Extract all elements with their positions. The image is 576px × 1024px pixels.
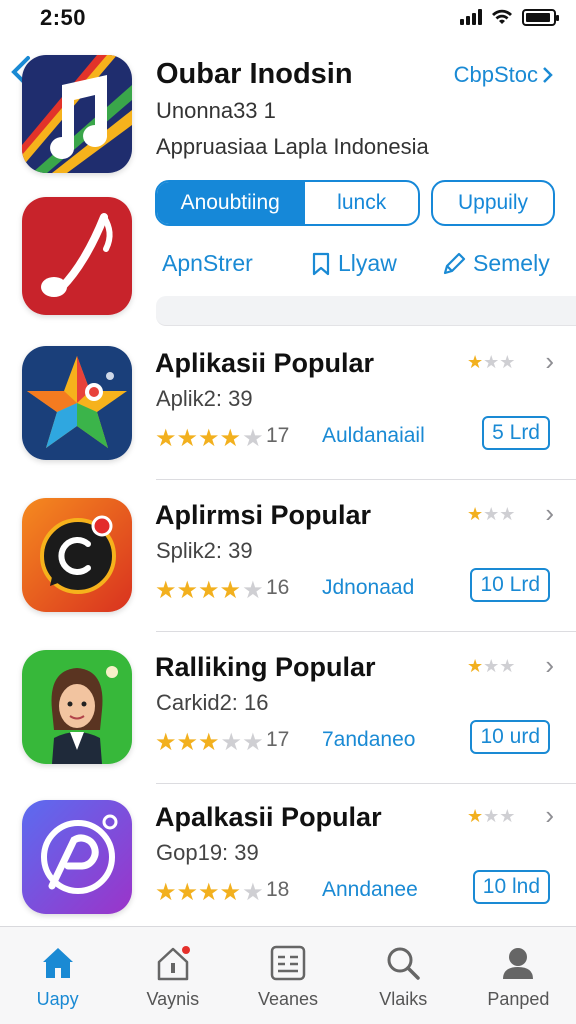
- hero-store-link[interactable]: CbpStoc: [454, 62, 554, 88]
- home-icon: [42, 948, 73, 978]
- list-item[interactable]: Aplikasii Popular ★ ★★ › Aplik2: 39 ★★★★ ★…: [0, 328, 576, 480]
- rating-count: 18: [266, 878, 290, 901]
- pencil-icon: [443, 252, 466, 274]
- chevron-right-icon[interactable]: ›: [545, 650, 554, 681]
- action-store[interactable]: ApnStrer: [162, 250, 253, 277]
- segment-tab-2[interactable]: lunck: [303, 182, 418, 224]
- status-icons: [460, 8, 559, 26]
- hero-subtitle-1: Unonna33 1: [156, 98, 276, 123]
- list-item[interactable]: Ralliking Popular ★ ★★ › Carkid2: 16 ★★★ ★…: [0, 632, 576, 784]
- list-item[interactable]: Apalkasii Popular ★ ★★ › Gop19: 39 ★★★★ ★ …: [0, 782, 576, 934]
- tab-updates-label: Vaynis: [146, 989, 200, 1009]
- get-button[interactable]: 5 Lrd: [482, 416, 550, 450]
- star-app-icon: [22, 346, 132, 460]
- mini-rating: ★ ★★: [467, 806, 516, 826]
- segmented-control: Anoubtiing lunck: [155, 180, 420, 226]
- chevron-right-icon[interactable]: ›: [545, 498, 554, 529]
- chat-app-icon: [22, 498, 132, 612]
- hero-store-link-label: CbpStoc: [453, 62, 538, 87]
- tab-search[interactable]: Vlaiks: [346, 927, 461, 1024]
- chevron-right-icon[interactable]: ›: [545, 800, 554, 831]
- app-link[interactable]: Anndanee: [322, 878, 418, 902]
- get-button[interactable]: 10 Lrd: [470, 568, 550, 602]
- secondary-app-icon[interactable]: [22, 197, 132, 315]
- profile-icon: [503, 948, 534, 979]
- purple-app-icon: [22, 800, 132, 914]
- app-link[interactable]: 7andaneo: [322, 728, 415, 752]
- search-icon: [387, 947, 420, 980]
- star-rating: ★★★★★: [155, 879, 264, 906]
- hero-title: Oubar Inodsin: [156, 58, 353, 90]
- tab-home-label: Uapy: [36, 989, 79, 1009]
- app-subtitle: Aplik2: 39: [156, 386, 253, 411]
- list-icon: [270, 945, 306, 981]
- hero-app-icon[interactable]: [22, 55, 132, 173]
- action-share-label: Semely: [473, 250, 550, 276]
- tab-categories-label: Veanes: [257, 989, 319, 1009]
- app-subtitle: Splik2: 39: [156, 538, 253, 563]
- segment-tab-1[interactable]: Anoubtiing: [157, 182, 304, 224]
- tab-categories[interactable]: Veanes: [230, 927, 345, 1024]
- battery-icon: [522, 8, 559, 26]
- update-button[interactable]: Uppuily: [431, 180, 555, 226]
- mini-rating: ★ ★★: [467, 656, 516, 676]
- star-rating: ★★★★★: [155, 729, 264, 756]
- chevron-right-icon[interactable]: ›: [545, 346, 554, 377]
- get-button[interactable]: 10 urd: [470, 720, 550, 754]
- wifi-icon: [492, 9, 512, 24]
- get-button[interactable]: 10 lnd: [472, 870, 550, 904]
- mini-rating: ★ ★★: [467, 504, 516, 524]
- tab-bar: Uapy Vaynis Veanes Vlaiks Panped: [0, 926, 576, 1024]
- house-badge-icon: [157, 946, 190, 981]
- star-rating: ★★★★★: [155, 425, 264, 452]
- app-subtitle: Carkid2: 16: [156, 690, 269, 715]
- status-time: 2:50: [40, 5, 87, 30]
- chevron-right-icon: [543, 67, 553, 83]
- action-share[interactable]: Semely: [441, 250, 550, 277]
- app-title: Aplirmsi Popular: [155, 500, 372, 530]
- status-bar: 2:50: [0, 0, 576, 36]
- action-view-label: Llyaw: [338, 250, 397, 276]
- mini-rating: ★ ★★: [467, 352, 516, 372]
- action-view[interactable]: Llyaw: [310, 250, 397, 277]
- action-store-label: ApnStrer: [162, 250, 253, 276]
- app-link[interactable]: Jdnonaad: [322, 576, 414, 600]
- tab-profile[interactable]: Panped: [461, 927, 576, 1024]
- rating-count: 17: [266, 424, 290, 447]
- app-icon-star: [22, 346, 132, 460]
- person-app-icon: [22, 650, 132, 764]
- tab-home[interactable]: Uapy: [0, 927, 115, 1024]
- app-icon-chat: [22, 498, 132, 612]
- list-item[interactable]: Aplirmsi Popular ★ ★★ › Splik2: 39 ★★★★ ★ …: [0, 480, 576, 632]
- app-link[interactable]: Auldanaiail: [322, 424, 425, 448]
- music-note-icon: [22, 55, 132, 173]
- app-title: Apalkasii Popular: [155, 802, 382, 832]
- app-icon-avatar: [22, 650, 132, 764]
- tab-profile-label: Panped: [487, 989, 550, 1009]
- app-title: Ralliking Popular: [155, 652, 376, 682]
- signal-icon: [460, 9, 482, 25]
- star-rating: ★★★★★: [155, 577, 264, 604]
- tab-updates[interactable]: Vaynis: [115, 927, 230, 1024]
- music-note-icon: [22, 197, 132, 315]
- hero-subtitle-2: Appruasiaa Lapla Indonesia: [156, 134, 429, 159]
- section-divider: [156, 296, 576, 326]
- bookmark-icon: [312, 252, 330, 275]
- app-icon-purple: [22, 800, 132, 914]
- app-subtitle: Gop19: 39: [156, 840, 259, 865]
- tab-search-label: Vlaiks: [379, 989, 428, 1009]
- app-title: Aplikasii Popular: [155, 348, 375, 378]
- rating-count: 17: [266, 728, 290, 751]
- rating-count: 16: [266, 576, 290, 599]
